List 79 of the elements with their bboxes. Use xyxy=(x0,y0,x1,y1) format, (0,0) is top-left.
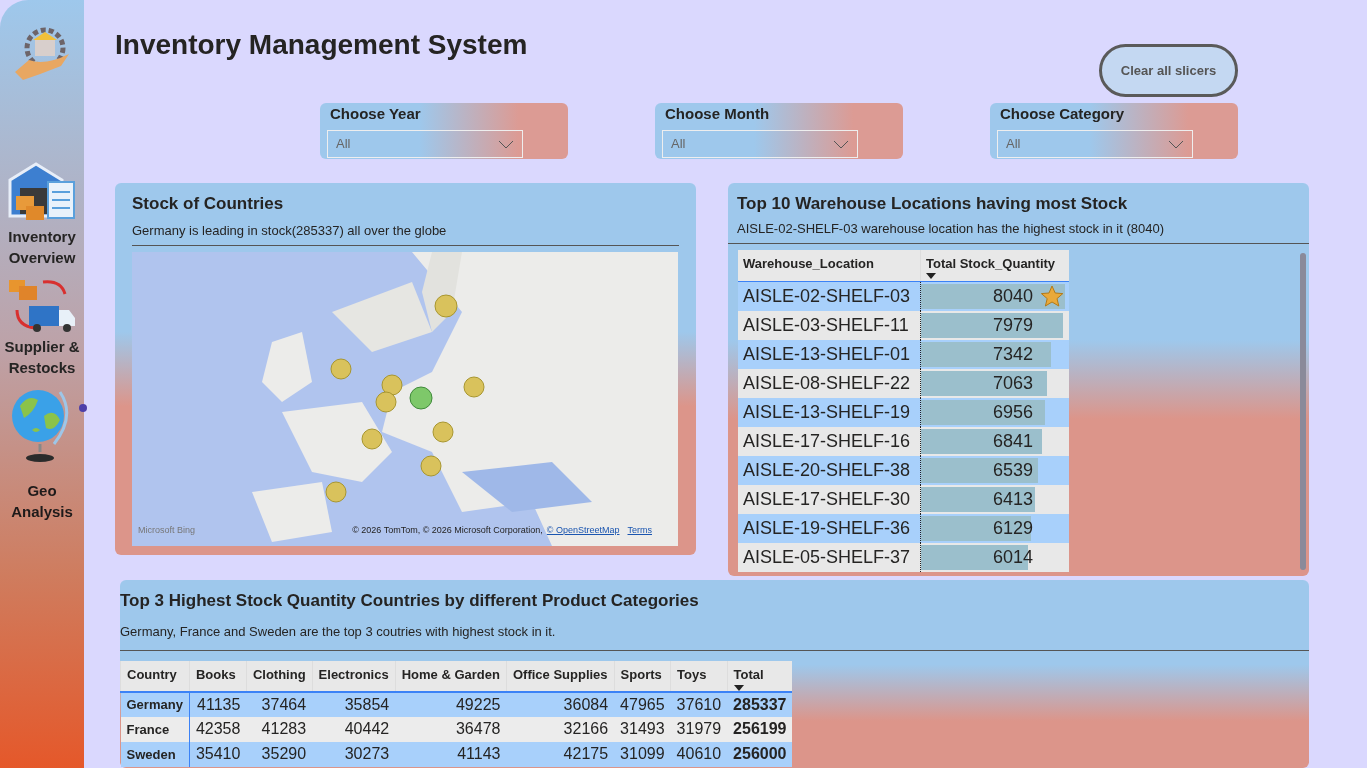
table-cell-text: AISLE-17-SHELF-30 xyxy=(742,487,912,511)
column-header[interactable]: Sports xyxy=(614,661,671,692)
table-cell: 41283 xyxy=(246,716,313,742)
nav-item[interactable]: Geo Analysis xyxy=(0,480,84,522)
slicer-label: Choose Category xyxy=(999,105,1126,124)
table-cell: Germany xyxy=(120,691,190,717)
chevron-down-icon xyxy=(1168,139,1184,149)
table-cell-text: AISLE-19-SHELF-36 xyxy=(742,516,912,540)
table-cell-text: 6539 xyxy=(992,458,1033,482)
chevron-down-icon xyxy=(498,139,514,149)
column-header[interactable]: Home & Garden xyxy=(395,661,507,692)
table-cell: 40442 xyxy=(312,716,396,742)
table-cell: 35290 xyxy=(246,741,313,767)
card-subtitle: Germany is leading in stock(285337) all over the globe xyxy=(132,221,679,246)
column-header[interactable]: Clothing xyxy=(246,661,313,692)
table-cell-text: 6956 xyxy=(992,400,1033,424)
table-cell-text: 6413 xyxy=(992,487,1033,511)
column-header[interactable]: Total xyxy=(727,661,793,692)
table-cell: 47965 xyxy=(614,691,671,717)
table-cell-text: AISLE-02-SHELF-03 xyxy=(742,284,912,308)
card-subtitle: Germany, France and Sweden are the top 3 coutries with highest stock in it. xyxy=(120,621,1309,652)
card-title: Top 3 Highest Stock Quantity Countries by different Product Categories xyxy=(120,589,700,612)
table-cell: 285337 xyxy=(727,691,793,717)
nav-item[interactable]: Supplier & Restocks xyxy=(0,336,84,378)
table-cell-text: AISLE-13-SHELF-19 xyxy=(742,400,912,424)
map-brand: Microsoft Bing xyxy=(138,524,196,538)
map-link[interactable]: Terms xyxy=(627,524,652,538)
table-cell: 37464 xyxy=(246,691,313,717)
table-cell-text: AISLE-03-SHELF-11 xyxy=(742,313,910,337)
table-cell: France xyxy=(120,716,190,742)
table-cell: 31979 xyxy=(670,716,728,742)
clear-slicers-button[interactable]: Clear all slicers xyxy=(1099,44,1238,97)
table-cell-text: 7063 xyxy=(992,371,1033,395)
page-title: Inventory Management System xyxy=(115,28,528,62)
column-header[interactable]: Books xyxy=(189,661,247,692)
table-cell: 41143 xyxy=(395,741,507,767)
table-cell: 42175 xyxy=(506,741,615,767)
column-header[interactable]: Total Stock_Quantity xyxy=(920,249,1069,281)
table-cell: 256000 xyxy=(727,741,793,767)
table-cell: 42358 xyxy=(189,716,247,742)
table-cell: 256199 xyxy=(727,716,793,742)
table-cell: 49225 xyxy=(395,691,507,717)
table-cell: 41135 xyxy=(189,691,247,717)
chevron-down-icon xyxy=(833,139,849,149)
table-cell: 35854 xyxy=(312,691,396,717)
column-header[interactable]: Electronics xyxy=(312,661,396,692)
table-cell-text: AISLE-17-SHELF-16 xyxy=(742,429,912,453)
table-cell-text: 6129 xyxy=(992,516,1033,540)
column-header[interactable]: Office Supplies xyxy=(506,661,615,692)
slicer-label: Choose Year xyxy=(329,105,422,124)
table-cell: 31493 xyxy=(614,716,671,742)
table-cell-text: AISLE-08-SHELF-22 xyxy=(742,371,912,395)
table-cell-text: 8040 xyxy=(992,284,1033,308)
table-cell: 36084 xyxy=(506,691,615,717)
table-cell: 30273 xyxy=(312,741,396,767)
column-header[interactable]: Toys xyxy=(670,661,728,692)
table-cell-text: AISLE-05-SHELF-37 xyxy=(742,545,912,569)
card-title: Stock of Countries xyxy=(132,193,285,216)
card-title: Top 10 Warehouse Locations having most Stock xyxy=(736,193,1129,216)
column-header[interactable]: Country xyxy=(120,661,190,692)
table-cell: 37610 xyxy=(670,691,728,717)
slicer-label: Choose Month xyxy=(664,105,771,124)
table-cell: 31099 xyxy=(614,741,671,767)
table-cell: 35410 xyxy=(189,741,247,767)
map-link[interactable]: © OpenStreetMap xyxy=(546,524,620,538)
column-header[interactable]: Warehouse_Location xyxy=(738,249,920,281)
table-cell-text: 6841 xyxy=(992,429,1033,453)
table-cell-text: AISLE-20-SHELF-38 xyxy=(742,458,912,482)
table-cell: 36478 xyxy=(395,716,507,742)
table-cell: Sweden xyxy=(120,741,190,767)
card-subtitle: AISLE-02-SHELF-03 warehouse location has the highest stock in it (8040) xyxy=(728,219,1309,244)
table-cell-text: 7342 xyxy=(992,342,1033,366)
table-cell-text: 6014 xyxy=(992,545,1033,569)
table-cell: 40610 xyxy=(670,741,728,767)
table-cell-text: 7979 xyxy=(992,313,1033,337)
table-cell-text: AISLE-13-SHELF-01 xyxy=(742,342,912,366)
nav-item[interactable]: Inventory Overview xyxy=(0,226,84,268)
table-cell: 32166 xyxy=(506,716,615,742)
map-copyright: © 2026 TomTom, © 2026 Microsoft Corporation, xyxy=(352,524,543,538)
